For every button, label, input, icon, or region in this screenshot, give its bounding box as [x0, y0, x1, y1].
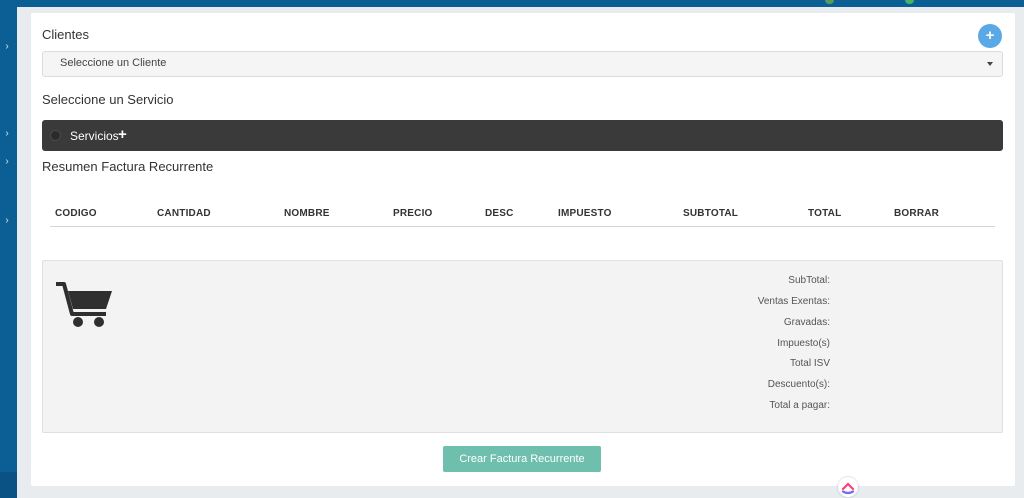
top-navbar [17, 0, 1024, 7]
caret-down-icon [987, 62, 993, 66]
service-label: Seleccione un Servicio [42, 92, 174, 107]
notification-icon[interactable] [825, 0, 834, 4]
summary-subtotal-label: SubTotal: [788, 275, 830, 286]
summary-total-isv-label: Total ISV [789, 358, 830, 369]
col-nombre: NOMBRE [284, 208, 330, 219]
col-total: TOTAL [808, 208, 842, 219]
plus-icon: + [118, 126, 127, 143]
services-button[interactable]: Servicios + [42, 120, 1003, 151]
summary-impuesto-label: Impuesto(s) [777, 338, 830, 349]
col-impuesto: IMPUESTO [558, 208, 612, 219]
chevron-right-icon[interactable]: › [1, 215, 13, 227]
chevron-right-icon[interactable]: › [1, 41, 13, 53]
invoice-table-header: CODIGO CANTIDAD NOMBRE PRECIO DESC IMPUE… [50, 203, 995, 227]
services-button-label: Servicios [70, 129, 119, 143]
summary-exentas-label: Ventas Exentas: [757, 296, 830, 307]
summary-total-pagar-label: Total a pagar: [769, 400, 830, 411]
summary-descuento-label: Descuento(s): [767, 379, 830, 390]
col-desc: DESC [485, 208, 514, 219]
create-recurring-invoice-button[interactable]: Crear Factura Recurrente [443, 446, 601, 472]
add-client-button[interactable]: + [978, 24, 1002, 48]
col-precio: PRECIO [393, 208, 433, 219]
chevron-right-icon[interactable]: › [1, 128, 13, 140]
shopping-cart-icon [56, 282, 112, 327]
col-cantidad: CANTIDAD [157, 208, 211, 219]
col-subtotal: SUBTOTAL [683, 208, 739, 219]
invoice-summary-box: SubTotal: Ventas Exentas: Gravadas: Impu… [42, 260, 1003, 433]
chevron-right-icon[interactable]: › [1, 156, 13, 168]
col-codigo: CODIGO [55, 208, 97, 219]
client-select-value: Seleccione un Cliente [60, 57, 167, 69]
invoice-form-panel: Clientes + Seleccione un Cliente Selecci… [31, 13, 1015, 486]
app-logo-icon[interactable] [838, 477, 858, 497]
client-select[interactable]: Seleccione un Cliente [42, 51, 1003, 77]
plus-icon: + [985, 27, 995, 44]
services-radio[interactable] [50, 130, 61, 141]
col-borrar: BORRAR [894, 208, 940, 219]
sidebar-footer [0, 472, 17, 498]
left-sidebar: › › › › [0, 0, 17, 498]
status-icon[interactable] [905, 0, 914, 4]
summary-gravadas-label: Gravadas: [783, 317, 830, 328]
clients-label: Clientes [42, 27, 89, 42]
summary-title: Resumen Factura Recurrente [42, 159, 214, 174]
